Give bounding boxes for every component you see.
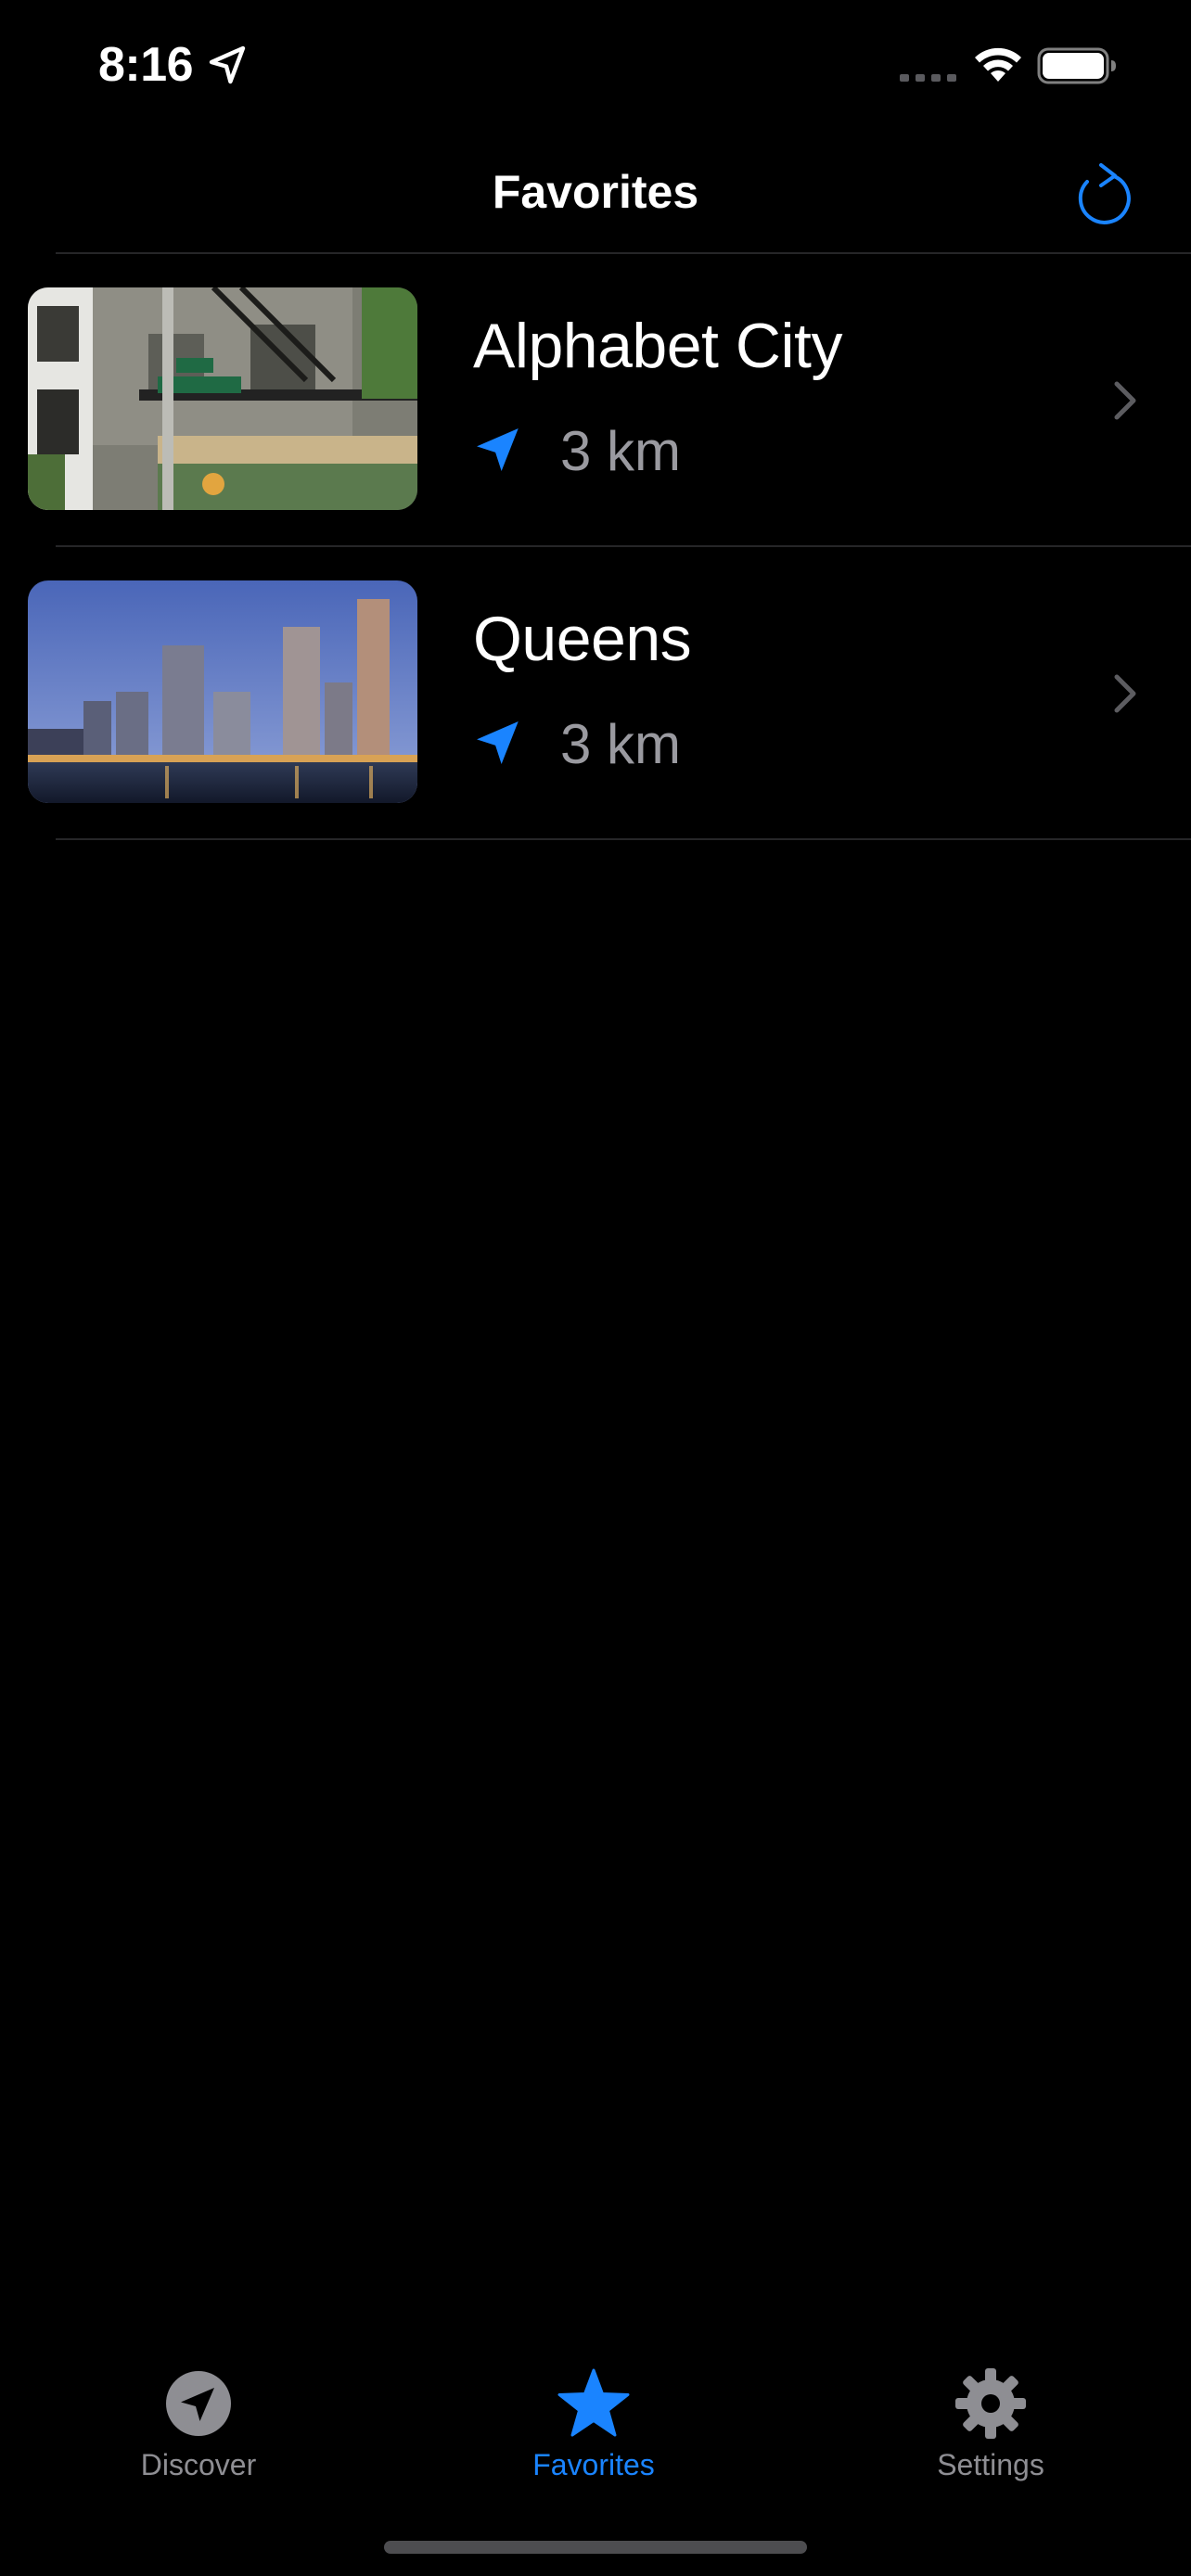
favorite-distance: 3 km <box>560 420 682 482</box>
tab-discover[interactable]: Discover <box>59 2337 338 2485</box>
tab-settings[interactable]: Settings <box>852 2337 1130 2485</box>
status-bar: 8:16 <box>0 0 1191 139</box>
status-time: 8:16 <box>98 38 194 92</box>
tab-favorites[interactable]: Favorites <box>455 2337 733 2485</box>
row-separator <box>56 838 1191 840</box>
skyline-photo <box>28 580 417 803</box>
location-arrow-icon <box>477 721 519 764</box>
refresh-icon <box>1078 163 1131 224</box>
street-corner-photo <box>28 287 417 510</box>
favorites-list: Alphabet City 3 km Queens 3 km <box>0 254 1191 840</box>
favorite-name: Alphabet City <box>473 311 842 381</box>
chevron-right-icon <box>1114 381 1136 420</box>
chevron-right-icon <box>1114 674 1136 713</box>
favorite-row-queens[interactable]: Queens 3 km <box>0 547 1191 840</box>
location-arrow-icon <box>477 428 519 471</box>
compass-arrow-icon <box>166 2371 231 2436</box>
signal-dots-icon <box>900 74 956 82</box>
favorite-distance: 3 km <box>560 713 682 775</box>
navigation-bar: Favorites <box>0 139 1191 254</box>
star-icon <box>557 2368 630 2437</box>
favorite-row-alphabet-city[interactable]: Alphabet City 3 km <box>0 254 1191 547</box>
wifi-icon <box>975 47 1021 82</box>
tab-label: Settings <box>937 2448 1044 2481</box>
gear-icon <box>955 2368 1026 2439</box>
location-arrow-icon <box>209 45 246 84</box>
favorites-screen: 8:16 Favorites Alphabet City 3 km Queens… <box>0 0 1191 2576</box>
tab-label: Discover <box>140 2448 257 2481</box>
favorite-name: Queens <box>473 604 692 674</box>
battery-icon <box>1037 47 1116 84</box>
home-indicator[interactable] <box>384 2541 807 2554</box>
tab-label: Favorites <box>532 2448 655 2481</box>
refresh-button[interactable] <box>1067 158 1141 232</box>
page-title: Favorites <box>492 166 699 218</box>
